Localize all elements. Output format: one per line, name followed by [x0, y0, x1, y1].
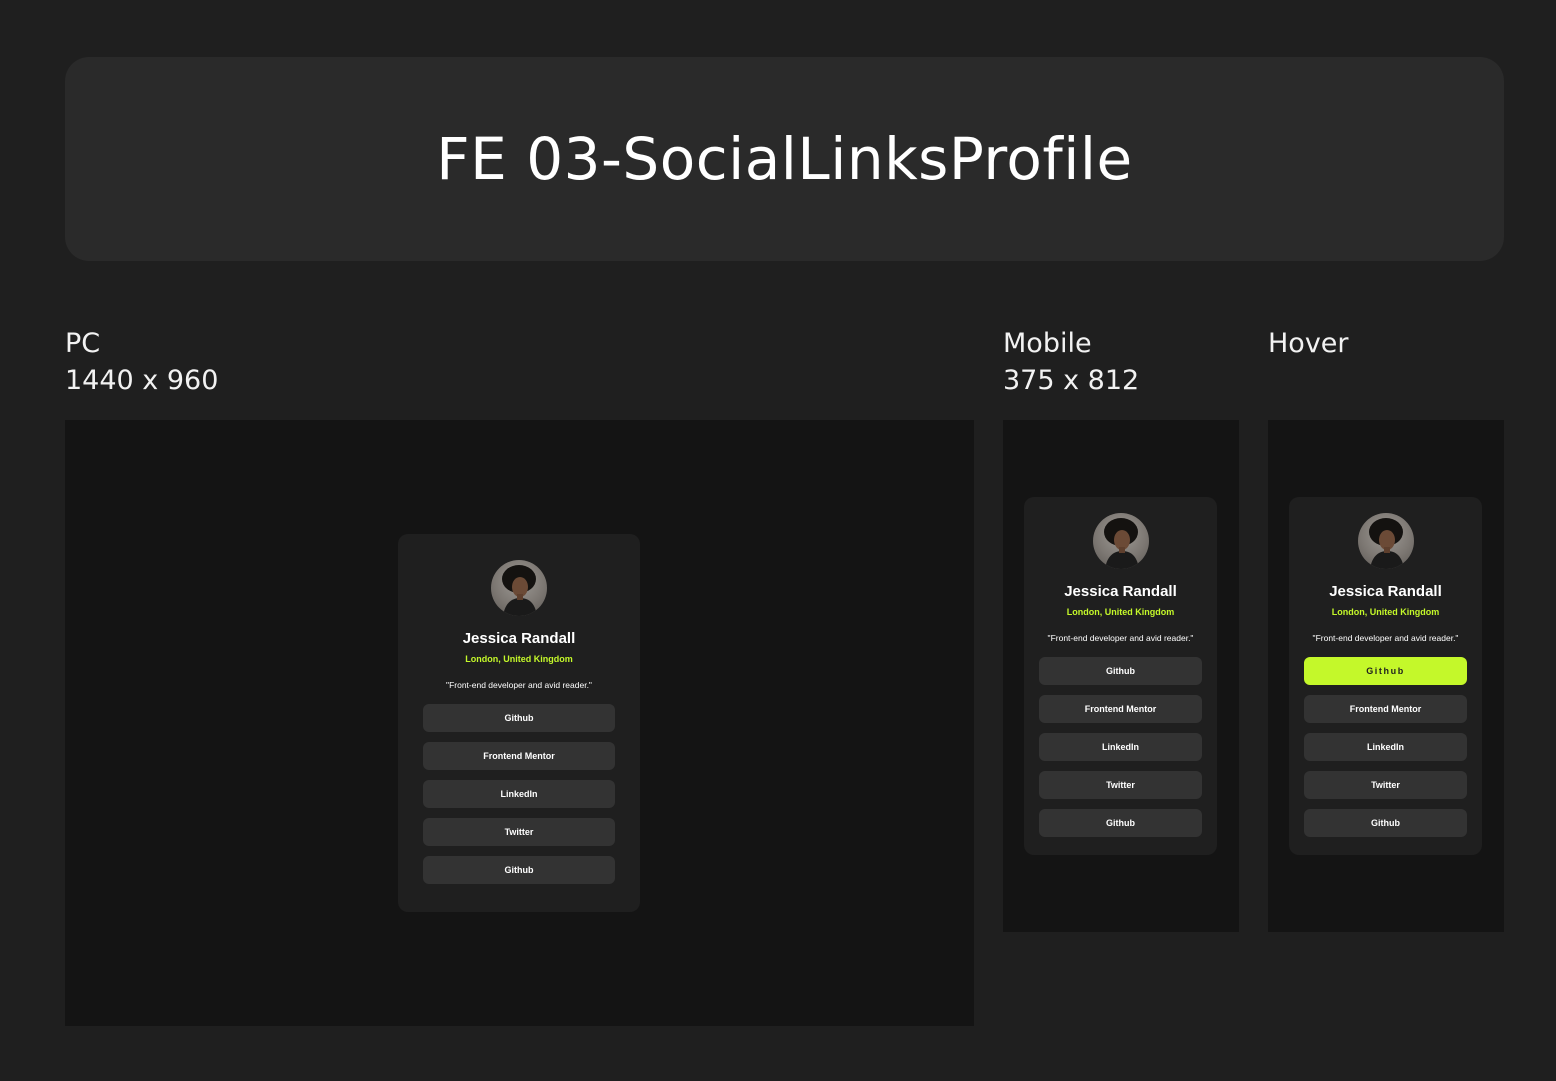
- social-links: Github Frontend Mentor LinkedIn Twitter …: [423, 704, 615, 884]
- profile-card: Jessica Randall London, United Kingdom "…: [1024, 497, 1217, 855]
- profile-card: Jessica Randall London, United Kingdom "…: [398, 534, 640, 912]
- link-linkedin[interactable]: LinkedIn: [1304, 733, 1467, 761]
- avatar: [491, 560, 547, 616]
- link-twitter[interactable]: Twitter: [1039, 771, 1202, 799]
- mobile-label: Mobile: [1003, 328, 1092, 359]
- profile-photo-icon: [1368, 518, 1404, 569]
- avatar: [1092, 513, 1149, 569]
- profile-name: Jessica Randall: [1064, 583, 1177, 600]
- link-linkedin[interactable]: LinkedIn: [423, 780, 615, 808]
- link-frontend-mentor[interactable]: Frontend Mentor: [423, 742, 615, 770]
- link-twitter[interactable]: Twitter: [423, 818, 615, 846]
- hover-label: Hover: [1268, 328, 1349, 359]
- hover-frame-label: Hover: [1268, 325, 1349, 362]
- profile-photo-icon: [502, 565, 537, 616]
- profile-name: Jessica Randall: [462, 630, 576, 647]
- profile-name: Jessica Randall: [1329, 583, 1442, 600]
- profile-location: London, United Kingdom: [1066, 607, 1175, 617]
- banner-title: FE 03-SocialLinksProfile: [436, 125, 1133, 193]
- profile-bio: "Front-end developer and avid reader.": [1047, 633, 1194, 643]
- profile-bio: "Front-end developer and avid reader.": [446, 680, 592, 690]
- link-github[interactable]: Github: [1039, 657, 1202, 685]
- link-github-2[interactable]: Github: [1039, 809, 1202, 837]
- profile-photo-icon: [1103, 518, 1139, 569]
- mobile-size: 375 x 812: [1003, 365, 1140, 396]
- profile-card: Jessica Randall London, United Kingdom "…: [1289, 497, 1482, 855]
- hover-frame: Jessica Randall London, United Kingdom "…: [1268, 420, 1504, 932]
- profile-location: London, United Kingdom: [1331, 607, 1440, 617]
- pc-frame-label: PC 1440 x 960: [65, 325, 218, 399]
- link-github-2[interactable]: Github: [423, 856, 615, 884]
- title-banner: FE 03-SocialLinksProfile: [65, 57, 1504, 261]
- social-links: Github Frontend Mentor LinkedIn Twitter …: [1039, 657, 1202, 837]
- avatar: [1357, 513, 1414, 569]
- mobile-frame: Jessica Randall London, United Kingdom "…: [1003, 420, 1239, 932]
- pc-frame: Jessica Randall London, United Kingdom "…: [65, 420, 974, 1026]
- link-frontend-mentor[interactable]: Frontend Mentor: [1304, 695, 1467, 723]
- pc-size: 1440 x 960: [65, 365, 219, 396]
- link-frontend-mentor[interactable]: Frontend Mentor: [1039, 695, 1202, 723]
- link-github[interactable]: Github: [423, 704, 615, 732]
- link-github-hovered[interactable]: Github: [1304, 657, 1467, 685]
- profile-bio: "Front-end developer and avid reader.": [1312, 633, 1459, 643]
- link-linkedin[interactable]: LinkedIn: [1039, 733, 1202, 761]
- mobile-frame-label: Mobile 375 x 812: [1003, 325, 1139, 399]
- profile-location: London, United Kingdom: [465, 654, 573, 664]
- link-twitter[interactable]: Twitter: [1304, 771, 1467, 799]
- link-github-2[interactable]: Github: [1304, 809, 1467, 837]
- pc-label: PC: [65, 328, 101, 359]
- social-links: Github Frontend Mentor LinkedIn Twitter …: [1304, 657, 1467, 837]
